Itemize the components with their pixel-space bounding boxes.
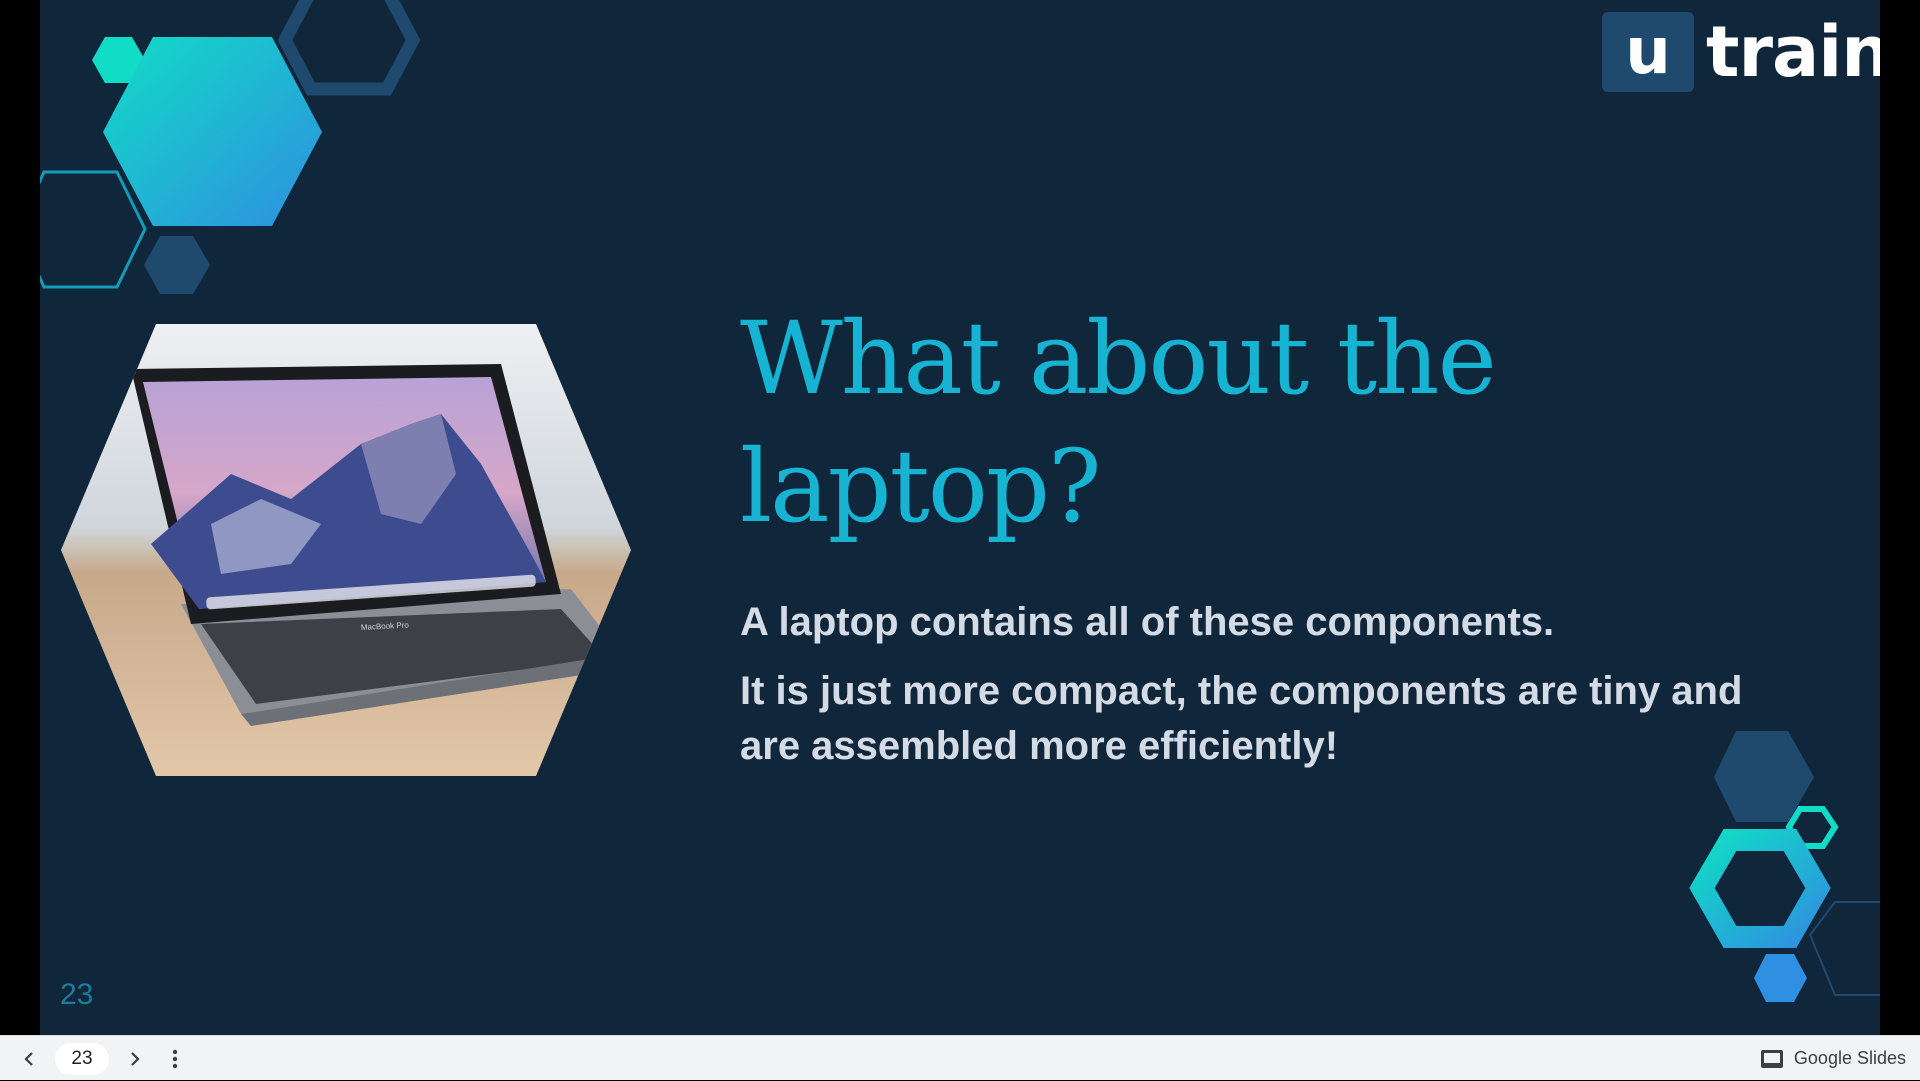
slide-canvas: u train MacBook Pro What about the lapto… xyxy=(40,0,1880,1035)
google-slides-label: Google Slides xyxy=(1793,1048,1906,1068)
chevron-right-icon xyxy=(131,1051,140,1066)
body-paragraph-1: A laptop contains all of these component… xyxy=(740,600,1555,644)
hexagon-shape xyxy=(144,236,210,294)
hexagon-shape xyxy=(1754,954,1807,1002)
utrain-logo: u train xyxy=(1602,12,1880,92)
more-options-button[interactable] xyxy=(160,1036,190,1081)
presentation-toolbar: 23 Google Slides xyxy=(0,1035,1920,1080)
laptop-photo: MacBook Pro xyxy=(61,324,631,776)
logo-letter: u xyxy=(1602,12,1694,92)
body-paragraph-2: It is just more compact, the components … xyxy=(740,669,1743,768)
more-vertical-icon xyxy=(172,1049,178,1068)
next-slide-button[interactable] xyxy=(118,1036,152,1081)
slide-number: 23 xyxy=(60,978,94,1011)
page-number-field[interactable]: 23 xyxy=(55,1043,109,1075)
slide-title: What about the laptop? xyxy=(740,300,1497,545)
hexagon-shape xyxy=(1689,829,1831,948)
chevron-left-icon xyxy=(24,1051,33,1066)
previous-slide-button[interactable] xyxy=(12,1036,46,1081)
hexagon-shape xyxy=(277,0,421,96)
hexagon-shape xyxy=(40,170,147,289)
slides-icon xyxy=(1760,1049,1783,1068)
google-slides-link[interactable]: Google Slides xyxy=(1760,1036,1906,1081)
logo-word: train xyxy=(1706,11,1880,93)
hexagon-shape xyxy=(1808,901,1880,996)
